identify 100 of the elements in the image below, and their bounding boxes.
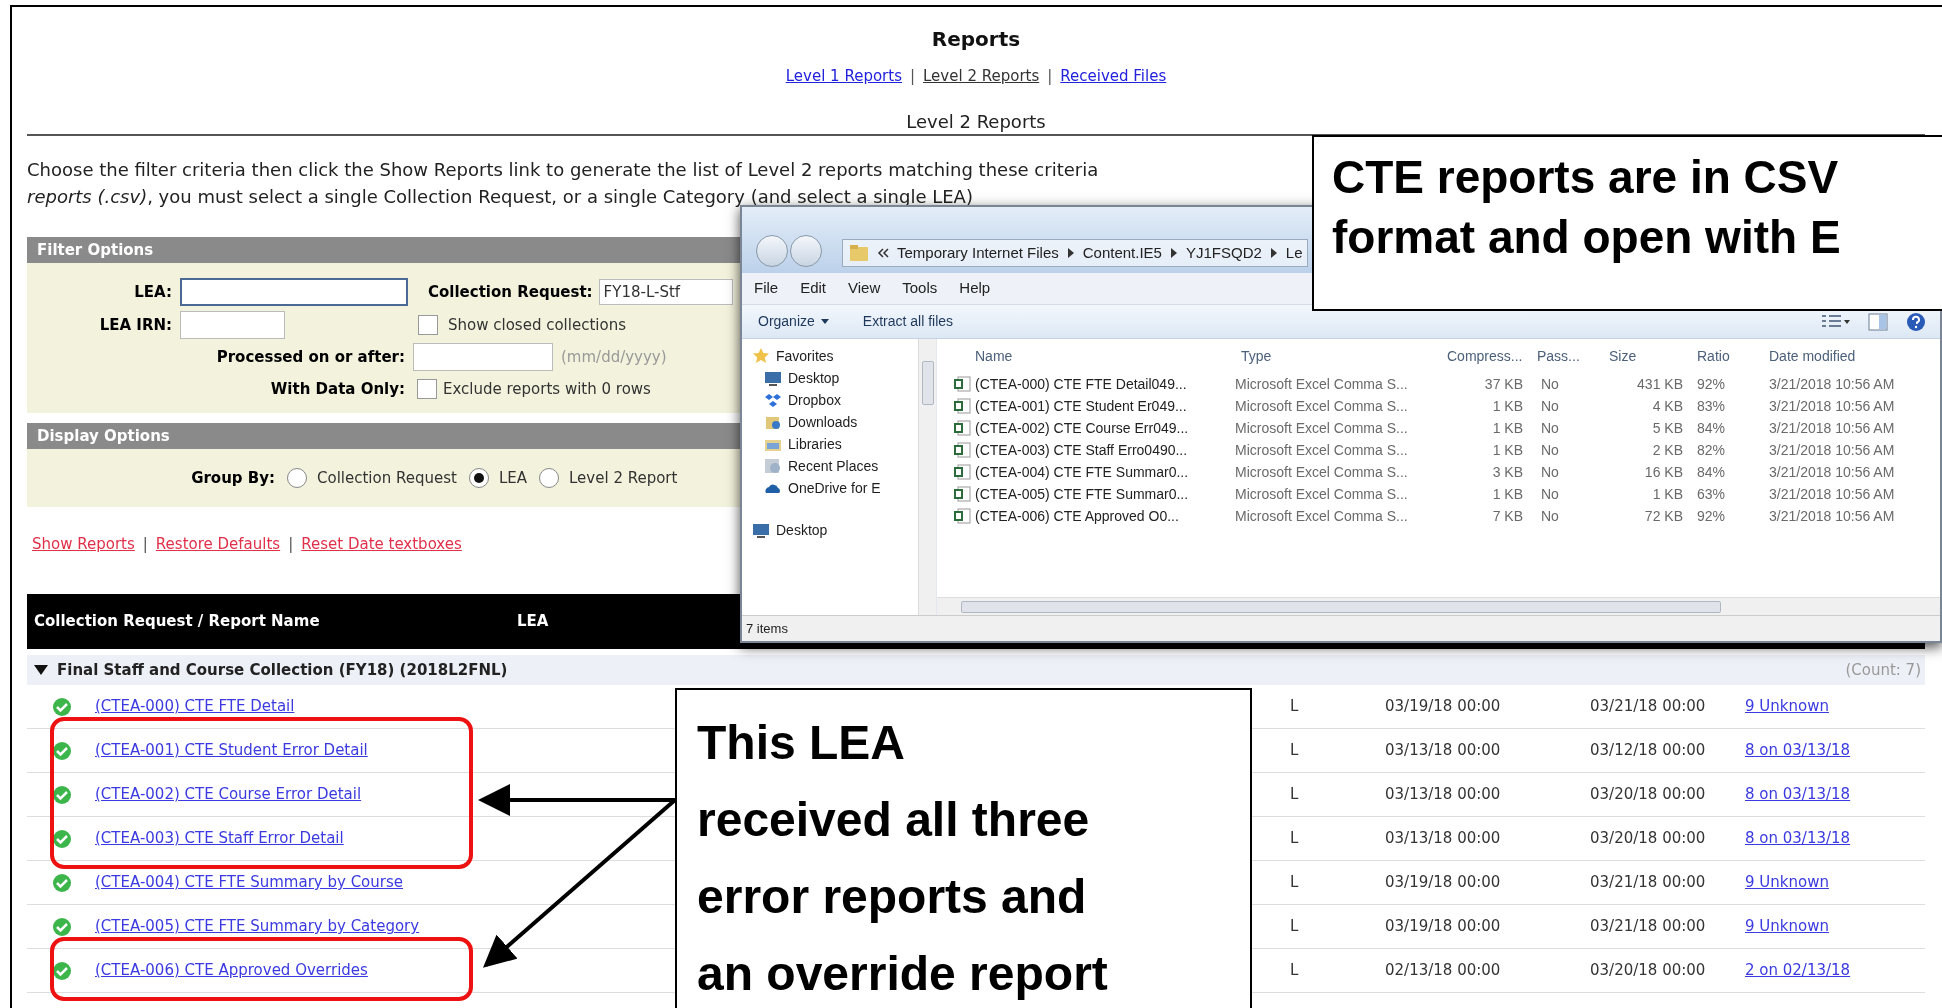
table-cell-text: 03/21/18 00:00 [1590, 696, 1707, 718]
field-label: Group By: [190, 467, 275, 489]
collection-request-select[interactable]: FY18-L-Stf [598, 279, 733, 305]
field-label: LEA: [133, 281, 172, 303]
nav-pane-item[interactable]: Recent Places [742, 457, 918, 475]
file-name[interactable]: (CTEA-006) CTE Approved O0... [975, 505, 1179, 527]
received-link[interactable]: 9 Unknown [1745, 871, 1829, 894]
breadcrumb-item[interactable]: Temporary Internet Files [897, 241, 1059, 265]
status-text: 7 items [746, 619, 788, 638]
table-cell-text: 03/19/18 00:00 [1385, 916, 1502, 938]
nav-pane-item[interactable]: OneDrive for E [742, 479, 918, 497]
nav-pane-item[interactable]: Desktop [742, 521, 918, 539]
column-header[interactable]: Compress... [1441, 345, 1531, 367]
checkbox[interactable] [418, 315, 438, 335]
column-header[interactable]: Ratio [1691, 345, 1763, 367]
received-link[interactable]: 9 Unknown [1745, 915, 1829, 938]
file-name[interactable]: (CTEA-001) CTE Student Er049... [975, 395, 1187, 417]
back-button[interactable] [756, 235, 788, 267]
breadcrumb-item[interactable]: YJ1FSQD2 [1185, 241, 1262, 265]
radio-button[interactable] [287, 468, 307, 488]
table-cell-text: 4 KB [1651, 396, 1684, 416]
column-header[interactable]: Pass... [1531, 345, 1603, 367]
action-link[interactable]: Reset Date textboxes [301, 532, 462, 556]
nav-item-label: Desktop [776, 520, 828, 540]
separator: | [909, 65, 916, 87]
report-link[interactable]: (CTEA-001) CTE Student Error Detail [95, 739, 368, 762]
nav-link[interactable]: Received Files [1060, 64, 1167, 88]
breadcrumb-item[interactable]: Le [1285, 241, 1303, 265]
table-cell-text: Microsoft Excel Comma S... [1235, 506, 1409, 526]
table-cell-text: 84% [1696, 462, 1727, 482]
checkbox[interactable] [417, 379, 437, 399]
received-link[interactable]: 9 Unknown [1745, 695, 1829, 718]
radio-button[interactable] [468, 468, 489, 488]
callout-text: This LEA received all three error reports and an override report [675, 688, 1252, 1008]
action-link[interactable]: Restore Defaults [155, 532, 281, 556]
table-cell-text: 03/12/18 00:00 [1590, 740, 1707, 762]
nav-item-label: OneDrive for E [788, 478, 881, 498]
table-cell-text: L [1290, 916, 1300, 938]
received-link[interactable]: 8 on 03/13/18 [1745, 827, 1851, 850]
table-cell-text: No [1540, 440, 1560, 460]
column-header[interactable]: Date modified [1763, 345, 1933, 367]
file-name[interactable]: (CTEA-000) CTE FTE Detail049... [975, 373, 1187, 395]
date-input[interactable] [413, 343, 553, 371]
nav-link[interactable]: Level 1 Reports [785, 64, 902, 88]
scrollbar-thumb[interactable] [921, 361, 934, 405]
toolbar-button[interactable]: Extract all files [862, 311, 954, 332]
menu-item[interactable]: File [754, 277, 779, 300]
table-cell-text: No [1540, 418, 1560, 438]
date-format-hint: (mm/dd/yyyy) [561, 346, 667, 368]
lea-irn-input[interactable] [180, 311, 285, 339]
group-row[interactable]: Final Staff and Course Collection (FY18) (2018L2FNL) (Count: 7) [27, 655, 1925, 685]
scrollbar[interactable] [918, 339, 936, 615]
table-cell-text: Microsoft Excel Comma S... [1235, 396, 1409, 416]
report-link[interactable]: (CTEA-006) CTE Approved Overrides [95, 959, 368, 982]
scrollbar[interactable] [937, 597, 1940, 615]
check-icon [52, 696, 72, 717]
table-cell-text: 03/21/18 00:00 [1590, 872, 1707, 894]
table-cell-text: 3/21/2018 10:56 AM [1768, 374, 1896, 394]
table-cell-text: No [1540, 462, 1560, 482]
file-name[interactable]: (CTEA-004) CTE FTE Summar0... [975, 461, 1189, 483]
scrollbar-thumb[interactable] [961, 600, 1721, 613]
report-link[interactable]: (CTEA-002) CTE Course Error Detail [95, 783, 362, 806]
spreadsheet-file-icon [953, 464, 971, 480]
table-cell-text: 3/21/2018 10:56 AM [1768, 484, 1896, 504]
received-link[interactable]: 8 on 03/13/18 [1745, 739, 1851, 762]
nav-pane-item[interactable]: Desktop [742, 369, 918, 387]
received-link[interactable]: 8 on 03/13/18 [1745, 783, 1851, 806]
report-link[interactable]: (CTEA-000) CTE FTE Detail [95, 695, 295, 718]
table-cell-text: L [1290, 872, 1300, 894]
report-link[interactable]: (CTEA-004) CTE FTE Summary by Course [95, 871, 403, 894]
toolbar-dropdown[interactable]: Organize [758, 311, 829, 332]
menu-item[interactable]: Tools [902, 277, 938, 300]
report-link[interactable]: (CTEA-003) CTE Staff Error Detail [95, 827, 344, 850]
forward-button[interactable] [790, 235, 822, 267]
table-cell-text: Microsoft Excel Comma S... [1235, 418, 1409, 438]
menu-item[interactable]: Edit [800, 277, 827, 300]
field-label: LEA IRN: [98, 314, 172, 336]
received-link[interactable]: 2 on 02/13/18 [1745, 959, 1851, 982]
page-title: Reports [930, 26, 1022, 53]
nav-link[interactable]: Level 2 Reports [923, 64, 1040, 88]
column-header[interactable]: Type [1235, 345, 1441, 367]
nav-pane-item[interactable]: Dropbox [742, 391, 918, 409]
column-header[interactable]: Size [1603, 345, 1691, 367]
preview-pane-icon [1868, 312, 1888, 331]
action-link[interactable]: Show Reports [32, 532, 135, 556]
file-name[interactable]: (CTEA-005) CTE FTE Summar0... [975, 483, 1189, 505]
arrow-icon [1169, 248, 1178, 258]
menu-item[interactable]: Help [959, 277, 991, 300]
table-cell-text: 7 KB [1491, 506, 1524, 526]
nav-item-label: Recent Places [788, 456, 879, 476]
radio-button[interactable] [539, 468, 559, 488]
nav-pane-item[interactable]: Favorites [742, 347, 918, 365]
column-header[interactable]: Name [953, 345, 1235, 367]
table-cell-text: L [1290, 960, 1300, 982]
lea-input[interactable] [180, 278, 408, 306]
address-bar[interactable]: Temporary Internet Files Content.IE5 YJ1FSQD2 Le [842, 239, 1308, 267]
menu-item[interactable]: View [848, 277, 881, 300]
table-cell-text: 1 KB [1491, 484, 1524, 504]
column-header: LEA [517, 611, 549, 633]
report-link[interactable]: (CTEA-005) CTE FTE Summary by Category [95, 915, 420, 938]
